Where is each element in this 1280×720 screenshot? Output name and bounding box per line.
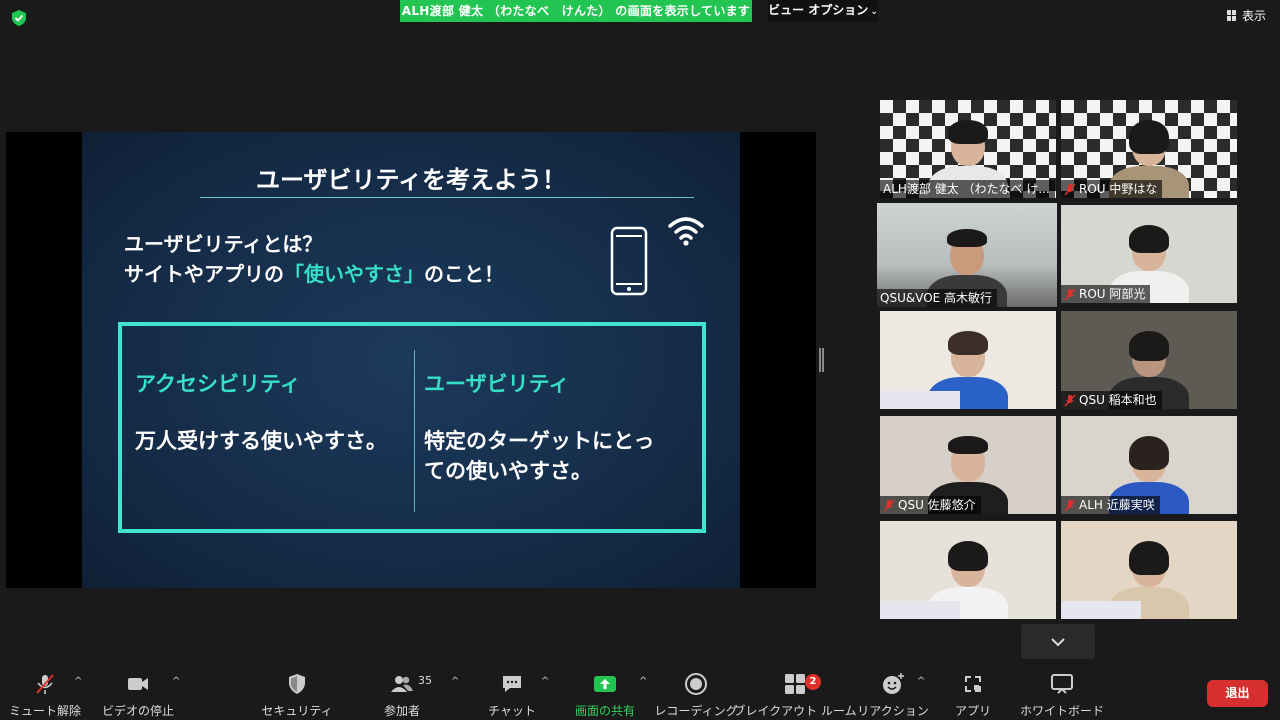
participant-name-placeholder [1061, 601, 1141, 619]
smartphone-icon [610, 226, 648, 296]
whiteboard-label: ホワイトボード [1019, 704, 1104, 718]
share-screen-icon [594, 676, 616, 692]
view-options-label: ビュー オプション [768, 3, 869, 17]
breakout-rooms-badge: 2 [805, 674, 821, 690]
mic-muted-icon [1064, 287, 1076, 301]
apps-label: アプリ [954, 704, 991, 718]
stop-video-label: ビデオの停止 [101, 704, 174, 718]
usability-description-line-1: 特定のターゲットにとっ [424, 429, 655, 453]
video-tile[interactable]: QSU 稲本和也 [1061, 311, 1237, 409]
presentation-slide: ユーザビリティを考えよう！ ユーザビリティとは？ サイトやアプリの「使いやすさ」… [82, 132, 740, 588]
mic-muted-icon [1064, 393, 1076, 407]
audio-options-caret[interactable]: ^ [74, 676, 82, 687]
whiteboard-icon [1051, 674, 1073, 694]
reactions-label: リアクション [857, 704, 929, 718]
video-camera-icon [128, 678, 148, 690]
definition-highlight: 「使いやすさ」 [284, 262, 424, 286]
definition-pre: サイトやアプリの [124, 262, 284, 286]
security-label: セキュリティ [261, 704, 333, 718]
participants-count: 35 [418, 674, 432, 687]
view-options-button[interactable]: ビュー オプション ⌄ [768, 0, 878, 22]
shared-screen: ユーザビリティを考えよう！ ユーザビリティとは？ サイトやアプリの「使いやすさ」… [6, 132, 816, 588]
breakout-rooms-icon [785, 674, 805, 694]
stop-video-button[interactable]: ビデオの停止 [93, 672, 183, 719]
security-shield-icon [289, 674, 305, 694]
accessibility-description: 万人受けする使いやすさ。 [135, 429, 387, 453]
comparison-divider [414, 350, 415, 512]
participant-name: ALH渡部 健太 （わたなべ け... [880, 180, 1055, 198]
participant-name: QSU 稲本和也 [1061, 391, 1162, 409]
video-tile[interactable]: ALH 近藤実咲 [1061, 416, 1237, 514]
video-tile[interactable] [880, 521, 1056, 619]
definition-line-1: ユーザビリティとは？ [124, 232, 323, 256]
display-label: 表示 [1241, 9, 1266, 23]
security-button[interactable]: セキュリティ [252, 672, 342, 719]
participants-options-caret[interactable]: ^ [451, 676, 459, 687]
recording-label: レコーディング [654, 704, 738, 718]
unmute-label: ミュート解除 [8, 704, 81, 718]
whiteboard-button[interactable]: ホワイトボード [1017, 672, 1107, 719]
mic-muted-icon [883, 498, 895, 512]
mic-muted-icon [36, 674, 54, 694]
definition-post: のこと！ [424, 262, 504, 286]
usability-description: 特定のターゲットにとっ ての使いやすさ。 [424, 426, 654, 486]
video-options-caret[interactable]: ^ [172, 676, 180, 687]
comparison-box: アクセシビリティ 万人受けする使いやすさ。 ユーザビリティ 特定のターゲットにと… [118, 322, 706, 533]
participant-name-placeholder [880, 601, 960, 619]
mic-muted-icon [1064, 498, 1076, 512]
chevron-down-icon [1051, 637, 1065, 646]
participants-icon [391, 676, 413, 692]
definition-line-2: サイトやアプリの「使いやすさ」のこと！ [124, 258, 504, 287]
breakout-rooms-button[interactable]: ブレイクアウト ルーム [733, 672, 857, 719]
wifi-icon [668, 217, 704, 246]
participants-label: 参加者 [383, 704, 420, 718]
meeting-toolbar: ミュート解除 ^ ビデオの停止 ^ セキュリティ 参加者 35 ^ チャット ^… [0, 664, 1280, 720]
video-tile[interactable]: ROU 阿部光 [1061, 205, 1237, 303]
share-screen-label: 画面の共有 [574, 704, 635, 718]
slide-title: ユーザビリティを考えよう！ [255, 166, 567, 194]
leave-meeting-button[interactable]: 退出 [1207, 680, 1268, 707]
participant-name: ROU 中野はな [1061, 180, 1163, 198]
encryption-shield-icon[interactable] [10, 9, 28, 27]
record-icon [685, 673, 707, 695]
apps-icon [965, 676, 981, 692]
grid-view-icon [1226, 10, 1237, 21]
gallery-scroll-down-button[interactable] [1021, 624, 1095, 659]
accessibility-heading: アクセシビリティ [135, 372, 301, 396]
participant-name: QSU&VOE 高木敏行 [877, 289, 998, 307]
emoji-smile-icon [883, 673, 904, 694]
title-underline [200, 197, 694, 198]
participants-button[interactable]: 参加者 [357, 672, 447, 719]
share-screen-button[interactable]: 画面の共有 [560, 672, 650, 719]
video-tile[interactable]: QSU 佐藤悠介 [880, 416, 1056, 514]
chat-options-caret[interactable]: ^ [541, 676, 549, 687]
apps-button[interactable]: アプリ [928, 672, 1018, 719]
display-button[interactable]: 表示 [1226, 7, 1266, 24]
video-tile[interactable]: ROU 中野はな [1061, 100, 1237, 198]
share-options-caret[interactable]: ^ [639, 676, 647, 687]
chat-label: チャット [488, 704, 536, 718]
participant-name: QSU 佐藤悠介 [880, 496, 981, 514]
top-bar: ALH渡部 健太 （わたなべ けんた） の画面を表示しています ビュー オプショ… [0, 0, 1280, 34]
video-tile[interactable] [1061, 521, 1237, 619]
chevron-down-icon: ⌄ [870, 7, 878, 17]
screen-share-banner: ALH渡部 健太 （わたなべ けんた） の画面を表示しています [400, 0, 752, 22]
participant-name-placeholder [880, 391, 960, 409]
usability-description-line-2: ての使いやすさ。 [424, 459, 592, 483]
mic-muted-icon [1064, 182, 1076, 196]
participant-name: ALH 近藤実咲 [1061, 496, 1160, 514]
participant-name: ROU 阿部光 [1061, 285, 1151, 303]
chat-bubble-icon [503, 676, 521, 692]
reactions-options-caret[interactable]: ^ [917, 676, 925, 687]
recording-button[interactable]: レコーディング [651, 672, 741, 719]
video-tile[interactable] [880, 311, 1056, 409]
video-tile-active-speaker[interactable]: QSU&VOE 高木敏行 [877, 203, 1057, 307]
usability-heading: ユーザビリティ [424, 372, 570, 396]
video-tile[interactable]: ALH渡部 健太 （わたなべ け... [880, 100, 1056, 198]
panel-resize-handle[interactable] [819, 348, 824, 372]
breakout-rooms-label: ブレイクアウト ルーム [733, 704, 857, 718]
